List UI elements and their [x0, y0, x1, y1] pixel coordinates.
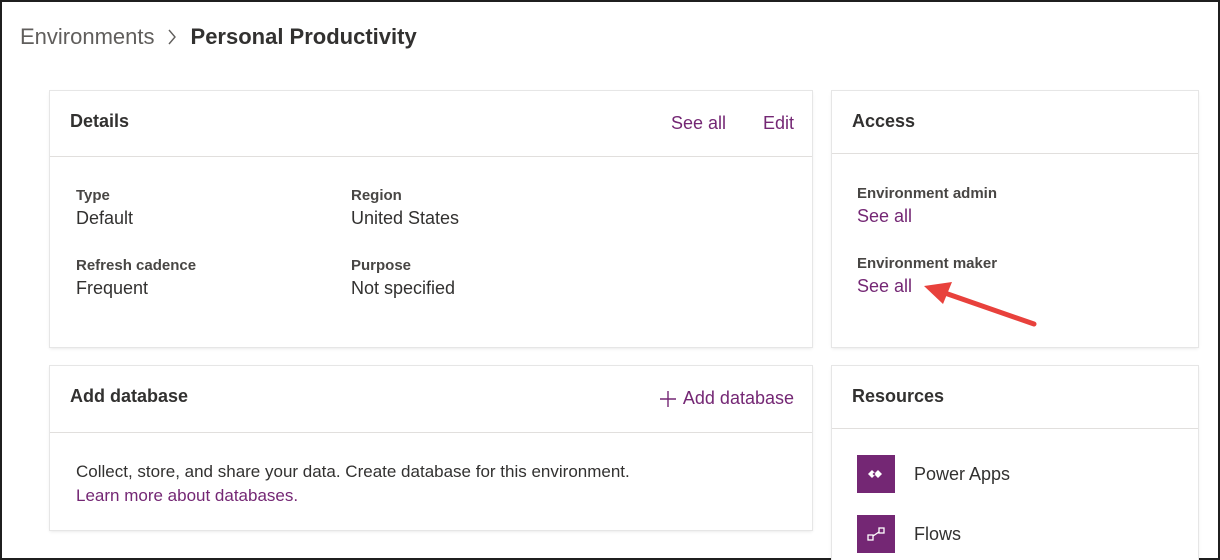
field-value: United States: [351, 208, 460, 228]
details-card-header: Details See all Edit: [50, 91, 812, 157]
field-value: Default: [76, 208, 134, 228]
resources-card: Resources Power Apps Flows: [832, 366, 1198, 560]
environment-admin-see-all-link[interactable]: See all: [857, 206, 912, 227]
details-title: Details: [70, 111, 130, 131]
access-card: Access Environment admin See all Environ…: [832, 91, 1198, 347]
power-apps-icon: [857, 455, 895, 493]
field-value: Not specified: [351, 278, 456, 298]
database-description-block: Collect, store, and share your data. Cre…: [76, 460, 630, 508]
add-database-title: Add database: [70, 386, 189, 406]
resource-item-flows[interactable]: Flows: [857, 515, 961, 553]
field-purpose: Purpose Not specified: [351, 257, 455, 299]
field-label: Region: [351, 187, 402, 204]
resources-card-header: Resources: [832, 366, 1198, 429]
details-card: Details See all Edit Type Default Region…: [50, 91, 812, 347]
field-label: Purpose: [351, 257, 412, 274]
field-refresh-cadence: Refresh cadence Frequent: [76, 257, 196, 299]
resource-label: Power Apps: [914, 463, 1011, 484]
database-description: Collect, store, and share your data. Cre…: [76, 462, 630, 481]
resource-label: Flows: [914, 523, 962, 544]
add-database-button[interactable]: Add database: [659, 388, 794, 409]
details-edit-link[interactable]: Edit: [763, 113, 794, 134]
learn-more-databases-link[interactable]: Learn more about databases.: [76, 484, 630, 508]
add-database-card-header: Add database Add database: [50, 366, 812, 433]
breadcrumb-environments-link[interactable]: Environments: [20, 24, 155, 50]
environment-admin-label: Environment admin: [857, 185, 998, 202]
field-label: Refresh cadence: [76, 257, 197, 274]
page-title: Personal Productivity: [190, 24, 417, 49]
add-database-card: Add database Add database Collect, store…: [50, 366, 812, 530]
field-region: Region United States: [351, 187, 459, 229]
add-database-button-label: Add database: [682, 388, 794, 408]
environment-maker-label: Environment maker: [857, 255, 998, 272]
field-label: Type: [76, 187, 110, 204]
breadcrumb: Environments Personal Productivity: [20, 22, 417, 52]
resources-title: Resources: [852, 386, 945, 406]
field-type: Type Default: [76, 187, 133, 229]
environment-maker-see-all-link[interactable]: See all: [857, 276, 912, 297]
access-card-header: Access: [832, 91, 1198, 154]
flows-icon: [857, 515, 895, 553]
resource-item-power-apps[interactable]: Power Apps: [857, 455, 1010, 493]
field-value: Frequent: [76, 278, 149, 298]
details-see-all-link[interactable]: See all: [671, 113, 726, 134]
chevron-right-icon: [167, 29, 177, 45]
access-title: Access: [852, 111, 916, 131]
plus-icon: [659, 390, 677, 408]
